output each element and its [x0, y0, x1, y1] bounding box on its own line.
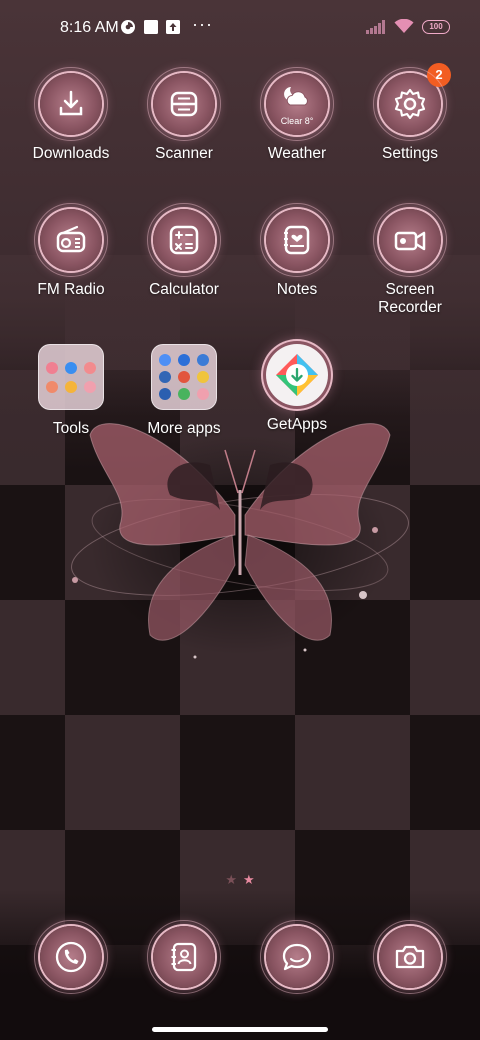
data-saver-icon	[121, 20, 135, 34]
page-indicator: ★ ★	[0, 872, 480, 888]
gear-icon	[394, 88, 426, 120]
app-label: Calculator	[149, 281, 219, 298]
page-dot-2-active[interactable]: ★	[243, 872, 255, 887]
app-label: GetApps	[266, 416, 328, 433]
contacts-icon	[171, 942, 197, 972]
camera-icon	[395, 945, 425, 969]
dock-camera[interactable]	[354, 920, 466, 994]
message-icon	[282, 943, 312, 971]
butterfly-wallpaper-art	[71, 423, 409, 659]
battery-icon: 100	[422, 19, 450, 34]
app-label: More apps	[147, 420, 221, 437]
phone-icon	[55, 941, 87, 973]
dock	[0, 920, 480, 996]
weather-icon	[284, 87, 308, 106]
status-bar: 8:16 AM ··· 100	[0, 14, 480, 42]
app-notes[interactable]: Notes	[241, 203, 353, 299]
folder-tools[interactable]: Tools	[15, 344, 127, 438]
radio-icon	[56, 225, 86, 253]
app-scanner[interactable]: Scanner	[128, 67, 240, 163]
folder-icon	[38, 344, 104, 410]
app-label: Downloads	[32, 145, 110, 162]
notes-icon	[284, 225, 310, 255]
video-camera-icon	[394, 231, 426, 251]
app-label: Settings	[381, 145, 438, 162]
square-notification-icon	[144, 20, 158, 34]
notification-badge: 2	[427, 63, 451, 87]
app-screen-recorder[interactable]: Screen Recorder	[354, 203, 466, 317]
app-settings[interactable]: 2 Settings	[354, 63, 466, 163]
home-gesture-bar[interactable]	[152, 1027, 328, 1032]
dock-messages[interactable]	[241, 920, 353, 994]
app-label: Notes	[276, 281, 318, 298]
app-weather[interactable]: Clear 8° Weather	[241, 67, 353, 163]
app-downloads[interactable]: Downloads	[15, 67, 127, 163]
calculator-icon	[169, 225, 199, 255]
app-label: Screen Recorder	[378, 281, 442, 316]
signal-icon	[366, 19, 385, 34]
wifi-icon	[394, 19, 414, 33]
scanner-icon	[170, 91, 198, 117]
more-notifications-icon: ···	[192, 14, 213, 34]
dock-phone[interactable]	[15, 920, 127, 994]
weather-widget-text: Clear 8°	[280, 116, 314, 126]
upload-notification-icon	[166, 20, 180, 34]
app-label: Tools	[52, 420, 90, 437]
dock-contacts[interactable]	[128, 920, 240, 994]
app-getapps[interactable]: GetApps	[241, 344, 353, 434]
page-dot-1[interactable]: ★	[225, 872, 237, 887]
status-time: 8:16 AM	[60, 19, 119, 36]
folder-icon	[151, 344, 217, 410]
getapps-icon	[276, 354, 318, 396]
app-calculator[interactable]: Calculator	[128, 203, 240, 299]
app-label: FM Radio	[37, 281, 105, 298]
app-label: Weather	[267, 145, 327, 162]
app-fm-radio[interactable]: FM Radio	[15, 203, 127, 299]
folder-more-apps[interactable]: More apps	[128, 344, 240, 438]
download-icon	[59, 90, 83, 116]
app-label: Scanner	[155, 145, 213, 162]
